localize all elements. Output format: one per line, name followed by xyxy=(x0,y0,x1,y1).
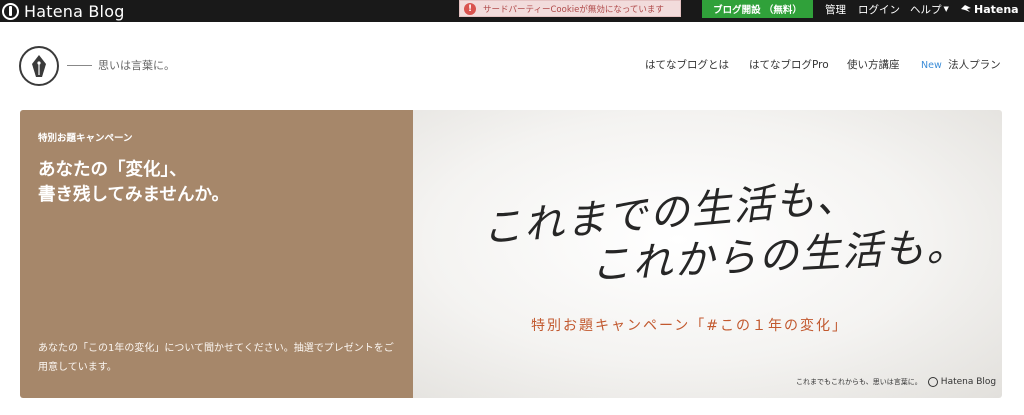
brand-name: Hatena Blog xyxy=(24,1,125,21)
nav-about[interactable]: はてなブログとは xyxy=(645,57,729,72)
hatena-link[interactable]: Hatena xyxy=(961,0,1019,18)
help-menu[interactable]: ヘルプ ▼ xyxy=(910,0,949,18)
nav-corporate-label: 法人プラン xyxy=(948,59,1001,71)
nav-corporate-plan[interactable]: New 法人プラン xyxy=(921,57,1001,72)
image-footer-text: これまでもこれからも、思いは言葉に。 xyxy=(796,378,922,386)
fountain-pen-logo[interactable] xyxy=(19,46,59,86)
new-badge: New xyxy=(921,60,942,71)
login-link[interactable]: ログイン xyxy=(858,0,900,18)
campaign-description: あなたの「この1年の変化」について聞かせてください。抽選でプレゼントをご用意して… xyxy=(38,343,394,373)
campaign-hashtag: 特別お題キャンペーン「#この１年の変化」 xyxy=(531,318,849,334)
campaign-label: 特別お題キャンペーン xyxy=(38,133,133,144)
help-label: ヘルプ xyxy=(910,3,942,16)
hatena-label: Hatena xyxy=(974,2,1019,16)
warning-icon: ! xyxy=(464,2,476,15)
admin-link[interactable]: 管理 xyxy=(825,0,846,18)
global-header: Hatena Blog ! サードパーティーCookieが無効になっています ブ… xyxy=(0,0,1024,22)
campaign-title: あなたの「変化」、 書き残してみませんか。 xyxy=(38,158,229,208)
fountain-pen-icon xyxy=(32,55,46,77)
campaign-title-line-2: 書き残してみませんか。 xyxy=(38,185,230,205)
site-tagline: 思いは言葉に。 xyxy=(67,57,175,73)
hatena-blog-logo-icon xyxy=(927,377,938,387)
nav-pro[interactable]: はてなブログPro xyxy=(749,57,829,72)
tagline-text: 思いは言葉に。 xyxy=(98,59,175,72)
campaign-image[interactable]: これまでの生活も、 これからの生活も。 特別お題キャンペーン「#この１年の変化」… xyxy=(413,110,1002,398)
caret-down-icon: ▼ xyxy=(943,5,949,13)
hatena-blog-logo-icon xyxy=(2,2,19,20)
hatena-bird-icon xyxy=(961,5,971,12)
tagline-rule xyxy=(67,64,92,66)
hatena-blog-home-link[interactable]: Hatena Blog xyxy=(2,1,125,21)
open-blog-button[interactable]: ブログ開設 （無料） xyxy=(702,0,813,18)
cookie-warning-text: サードパーティーCookieが無効になっています xyxy=(483,4,664,15)
cookie-warning-banner[interactable]: ! サードパーティーCookieが無効になっています xyxy=(459,0,681,17)
campaign-image-footer: これまでもこれからも、思いは言葉に。 Hatena Blog xyxy=(796,377,996,387)
campaign-banner[interactable]: 特別お題キャンペーン あなたの「変化」、 書き残してみませんか。 あなたの「この… xyxy=(20,110,1002,398)
nav-guide[interactable]: 使い方講座 xyxy=(847,57,900,72)
campaign-title-line-1: あなたの「変化」、 xyxy=(38,160,187,180)
image-footer-brand: Hatena Blog xyxy=(940,377,997,387)
campaign-text-panel: 特別お題キャンペーン あなたの「変化」、 書き残してみませんか。 あなたの「この… xyxy=(20,110,413,398)
